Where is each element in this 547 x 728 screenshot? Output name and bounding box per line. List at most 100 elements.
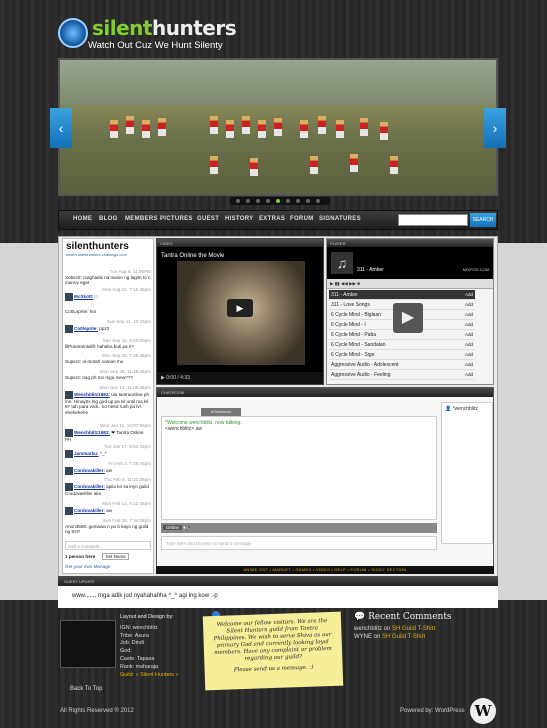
slider-prev-button[interactable]: ‹ [50, 108, 72, 148]
video-time: 0:00 / 4:33 [166, 375, 190, 381]
chatroom-header: CHATROOM [157, 388, 493, 397]
people-count: 1 person here Set Name [65, 553, 151, 560]
chat-message: Mon Aug 22, 7:15:48pm McSkott: □ [65, 287, 151, 301]
user-icon: 👤 [445, 406, 452, 412]
character-figure [390, 156, 398, 174]
status-select[interactable]: Online [163, 525, 183, 530]
slider-dot[interactable] [296, 199, 300, 203]
track-item[interactable]: 6 Cycle Mind - Sige Add [329, 350, 475, 360]
video-controls: ▶ 0:00 / 4:33 [157, 372, 323, 384]
music-player: PLAYER ♫ 311 - Amber MIXPOD.COM ▶ ▮▮ ◀◀ … [326, 238, 494, 385]
designer-info: Layout and Design by: IGN: wenchblitz Tr… [120, 614, 179, 678]
nav-history[interactable]: HISTORY [225, 216, 253, 222]
chat-message: Sun Sep 11, 10:16pm Co0lsprite: ppz2 [65, 319, 151, 333]
nav-extras[interactable]: EXTRAS [259, 216, 285, 222]
avatar [65, 390, 73, 399]
nav-signatures[interactable]: SIGNATURES [319, 216, 361, 222]
nav-guest[interactable]: GUEST [197, 216, 219, 222]
user-name[interactable]: *wenchblitz [453, 406, 478, 412]
wordpress-icon[interactable]: W [470, 698, 496, 724]
character-figure [360, 118, 368, 136]
chatroom-panel: CHATROOM #Chatroom *Welcome wenchblitz, … [156, 387, 494, 573]
slider-next-button[interactable]: › [484, 108, 506, 148]
avatar [65, 506, 73, 515]
character-figure [210, 116, 218, 134]
nav-blog[interactable]: BLOG [99, 216, 118, 222]
track-item[interactable]: Aggressive Audio - Feeling Add [329, 370, 475, 380]
nav-forum[interactable]: FORUM [290, 216, 314, 222]
site-logo[interactable]: silenthunters Watch Out Cuz We Hunt Sile… [58, 16, 248, 52]
character-figure [336, 120, 344, 138]
set-name-button[interactable]: Set Name [102, 553, 129, 560]
music-note-icon: ♫ [331, 252, 353, 274]
welcome-note: Welcome our fellow visitors. We are the … [202, 611, 344, 691]
character-figure [274, 118, 282, 136]
search-button[interactable]: SEARCH [470, 213, 496, 227]
chat-message: Mon Sep 26, 7:26:38pm Super2: ol-motah na… [65, 353, 151, 364]
chat-message: Sun Sep 16, 8:48:00pm lllPurementallll: h… [65, 338, 151, 349]
character-figure [310, 156, 318, 174]
message-link[interactable]: Please send us a message. :) [213, 664, 335, 675]
player-brand: MIXPOD.COM [462, 267, 489, 272]
character-figure [158, 118, 166, 136]
slider-dot[interactable] [246, 199, 250, 203]
sound-icon[interactable]: 🔈 [187, 525, 193, 530]
chat-message: Mon Feb 13, 6:12:45pm Cordovakiller: aw [65, 501, 151, 515]
avatar [65, 449, 73, 458]
character-figure [242, 116, 250, 134]
video-panel: VIDEO Tantra Online the Movie ▶ ▶ 0:00 /… [156, 238, 324, 385]
slider-dot[interactable] [266, 199, 270, 203]
character-figure [258, 120, 266, 138]
chatroom-messages: *Welcome wenchblitz, now talking. <wench… [161, 416, 437, 520]
player-header: PLAYER [327, 239, 493, 247]
chat-message: Wed Jan 11, 10:07:56pm Wenchblitz1982: ❤ … [65, 423, 151, 442]
slider-dot[interactable] [256, 199, 260, 203]
chat-message: Tue Jan 17, 8:54:42pm Jammarku: ^_^ [65, 444, 151, 458]
chatroom-links[interactable]: ANIME OST • MARKET • GAMES • VIDEO • HEL… [156, 566, 494, 574]
character-figure [250, 158, 258, 176]
emblem-icon [58, 18, 88, 48]
powered-by[interactable]: Powered by: WordPress [400, 708, 465, 714]
track-item[interactable]: 6 Cycle Mind - Sandalan Add [329, 340, 475, 350]
tab-chatroom[interactable]: #Chatroom [201, 408, 241, 416]
play-icon[interactable]: ▶ [227, 299, 253, 317]
chatbox-url[interactable]: sirven-silenthunters.chatango.com [63, 252, 153, 257]
slider-dot[interactable] [306, 199, 310, 203]
recent-comment-item[interactable]: wenchblitz on SH Guild T-Shirt [354, 626, 504, 632]
character-figure [300, 120, 308, 138]
avatar [65, 482, 73, 491]
avatar [65, 466, 73, 475]
avatar [65, 324, 73, 333]
player-play-icon[interactable]: ▶ [393, 303, 423, 333]
slider-dot-active[interactable] [276, 199, 280, 203]
chat-message: Mon Sep 26, 11:48:25pm Super2: nag ph mo … [65, 369, 151, 380]
slider-dot[interactable] [236, 199, 240, 203]
nav-members[interactable]: MEMBERS [125, 216, 158, 222]
back-to-top-link[interactable]: Back To Top [70, 686, 102, 692]
slider-dot[interactable] [286, 199, 290, 203]
manage-link[interactable]: Manage [94, 564, 111, 569]
search-input[interactable] [398, 214, 468, 226]
now-playing-title: 311 - Amber [357, 267, 384, 273]
tagline: Watch Out Cuz We Hunt Silenty [88, 40, 223, 51]
character-figure [110, 120, 118, 138]
nav-pictures[interactable]: PICTURES [160, 216, 193, 222]
slider-dot[interactable] [316, 199, 320, 203]
player-now-playing: ♫ 311 - Amber MIXPOD.COM [327, 247, 493, 279]
recent-comment-item[interactable]: WYNE on SH Guild T-Shirt [354, 634, 504, 640]
recent-comments-title: 💬 Recent Comments [354, 612, 452, 622]
play-button[interactable]: ▶ [161, 375, 165, 381]
character-figure [318, 116, 326, 134]
chat-comment-input[interactable]: Add a comment... [65, 541, 151, 550]
add-track-button[interactable]: Add [465, 290, 473, 300]
chatango-links: Get your own Manage [65, 564, 151, 570]
player-controls[interactable]: ▶ ▮▮ ◀◀ ▶▶ ■ [327, 279, 493, 289]
chatroom-message-input[interactable]: Type here and hit enter to send a messag… [161, 536, 437, 550]
get-own-link[interactable]: Get your own [65, 564, 92, 569]
character-figure [210, 156, 218, 174]
chat-message: Fri Feb 3, 7:48:46pm Cordovakiller: aw [65, 461, 151, 475]
designer-avatar [60, 620, 116, 668]
nav-home[interactable]: HOME [73, 216, 92, 222]
track-item[interactable]: 311 - Amber Add [329, 290, 475, 300]
track-item[interactable]: Aggressive Audio - Adolescent Add [329, 360, 475, 370]
